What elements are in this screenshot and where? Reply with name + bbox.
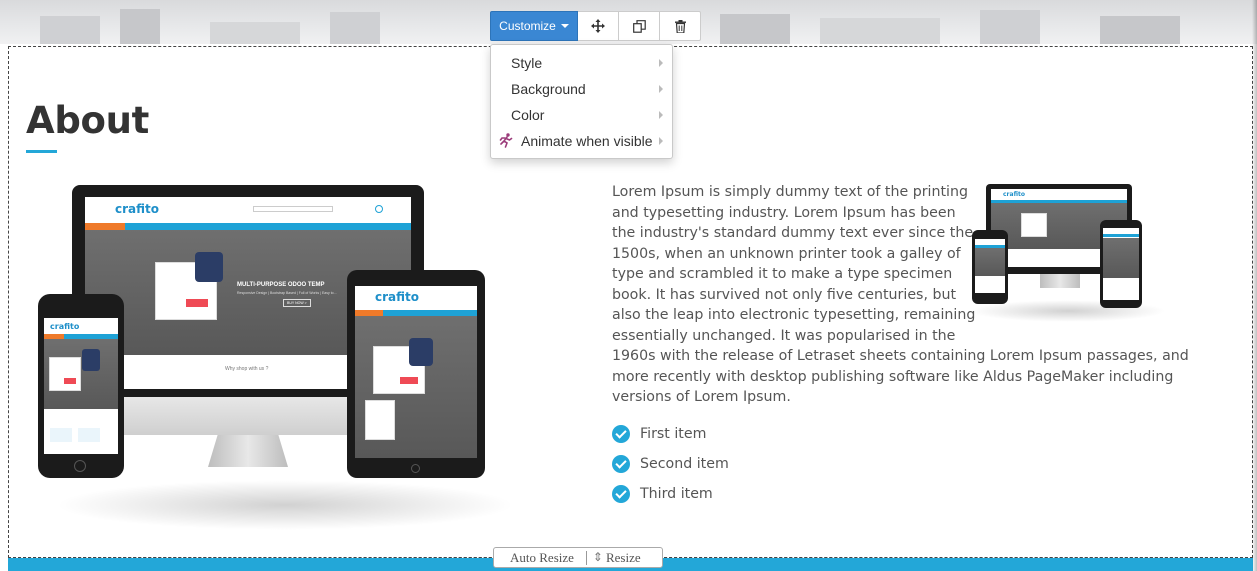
resize-divider	[585, 550, 587, 565]
phone-sale-tag	[64, 378, 76, 384]
phone-feature-box	[78, 428, 100, 442]
move-arrows-icon	[591, 19, 605, 33]
move-button[interactable]	[578, 11, 619, 41]
about-paragraph: Lorem Ipsum is simply dummy text of the …	[612, 182, 1189, 408]
title-underline	[26, 150, 57, 153]
background-building	[1100, 16, 1180, 44]
delete-button[interactable]	[660, 11, 701, 41]
check-circle-icon	[612, 425, 630, 443]
paragraph-line: also the leap into electronic typesettin…	[612, 307, 976, 323]
menu-item-animate-when-visible[interactable]: Animate when visible	[491, 128, 672, 154]
paragraph-line: the industry's standard dummy text ever …	[612, 225, 974, 241]
paragraph-line: 1500s, when an unknown printer took a ga…	[612, 245, 961, 262]
paragraph-line: type and scrambled it to make a type spe…	[612, 266, 953, 282]
chevron-right-icon	[659, 111, 663, 119]
phone-feature-box	[50, 428, 72, 442]
window-edge-shadow	[1252, 0, 1257, 571]
background-building	[980, 10, 1040, 44]
chevron-right-icon	[659, 85, 663, 93]
background-building	[40, 16, 100, 44]
customize-dropdown-menu: Style Background Color Animate when visi…	[490, 44, 673, 159]
check-circle-icon	[612, 485, 630, 503]
tablet-hero	[355, 316, 477, 458]
heart-icon	[375, 205, 383, 213]
running-man-icon	[499, 133, 513, 148]
paragraph-line: and typesetting industry. Lorem Ipsum ha…	[612, 204, 956, 221]
list-item-label: Third item	[640, 486, 713, 502]
list-item: Second item	[612, 449, 729, 479]
clone-button[interactable]	[619, 11, 660, 41]
site-header: crafito	[85, 197, 411, 221]
paragraph-line: Lorem Ipsum is simply dummy text of the …	[612, 184, 968, 200]
sale-tag	[186, 299, 208, 307]
site-logo: crafito	[115, 202, 160, 216]
background-building	[120, 9, 160, 44]
phone-product-card	[49, 357, 81, 391]
tablet-side-card	[365, 400, 395, 440]
departments-tab	[85, 223, 125, 230]
trash-icon	[674, 19, 686, 33]
menu-item-style[interactable]: Style	[491, 50, 672, 76]
paragraph-line: book. It has survived not only five cent…	[612, 286, 957, 303]
background-building	[720, 14, 790, 44]
chevron-right-icon	[659, 59, 663, 67]
tablet-screen: crafito	[355, 286, 477, 458]
hero-title: MULTI-PURPOSE ODOO TEMP	[237, 282, 325, 288]
paragraph-line: 1960s with the release of Letraset sheet…	[612, 348, 1189, 364]
resize-controls: Auto Resize ⇕ Resize	[493, 547, 663, 568]
background-building	[210, 22, 300, 44]
list-item-label: First item	[640, 426, 707, 442]
devices-mockup-image: crafito MULTI-PURPOSE ODOO TEMP Responsi…	[25, 180, 515, 530]
menu-item-label: Background	[511, 81, 586, 97]
chevron-right-icon	[659, 137, 663, 145]
site-nav	[85, 223, 411, 230]
section-title: About	[26, 99, 150, 142]
check-circle-icon	[612, 455, 630, 473]
tablet-sale-tag	[400, 377, 418, 384]
phone-hero	[44, 339, 118, 409]
caret-down-icon	[560, 24, 569, 28]
clone-icon	[632, 19, 646, 33]
list-item: First item	[612, 419, 729, 449]
tablet-blazer-figure	[409, 338, 433, 366]
phone-home-button	[74, 460, 86, 472]
paragraph-line: essentially unchanged. It was popularise…	[612, 327, 956, 344]
home-button	[411, 464, 420, 473]
customize-button[interactable]: Customize	[490, 11, 578, 41]
menu-item-label: Color	[511, 107, 545, 123]
phone-blazer-figure	[82, 349, 100, 371]
search-box	[253, 206, 333, 212]
resize-cursor-icon: ⇕	[592, 550, 603, 564]
menu-item-background[interactable]: Background	[491, 76, 672, 102]
menu-item-label: Style	[511, 55, 543, 71]
resize-button[interactable]: Resize	[606, 550, 641, 566]
phone-logo: crafito	[50, 322, 80, 331]
feature-checklist: First item Second item Third item	[612, 419, 729, 509]
phone-device: crafito	[38, 294, 124, 478]
list-item: Third item	[612, 479, 729, 509]
phone-screen: crafito	[44, 318, 118, 454]
list-item-label: Second item	[640, 456, 729, 472]
background-building	[820, 18, 940, 44]
hero-subtitle: Responsive Design | Bootstrap Based | Fu…	[237, 291, 337, 295]
menu-item-color[interactable]: Color	[491, 102, 672, 128]
paragraph-line: more recently with desktop publishing so…	[612, 368, 1174, 385]
mockup-shadow	[55, 480, 515, 530]
tablet-device: crafito	[347, 270, 485, 478]
blazer-figure	[195, 252, 223, 282]
monitor-stand	[208, 435, 288, 467]
paragraph-line: versions of Lorem Ipsum.	[612, 389, 791, 405]
background-building	[330, 12, 380, 44]
snippet-toolbar: Customize	[490, 11, 701, 41]
auto-resize-button[interactable]: Auto Resize	[494, 550, 574, 566]
buy-now-button: BUY NOW >	[283, 299, 311, 307]
why-shop-text: Why shop with us ?	[225, 366, 269, 372]
tablet-logo: crafito	[375, 290, 420, 304]
menu-item-label: Animate when visible	[521, 133, 653, 149]
customize-label: Customize	[499, 19, 556, 33]
